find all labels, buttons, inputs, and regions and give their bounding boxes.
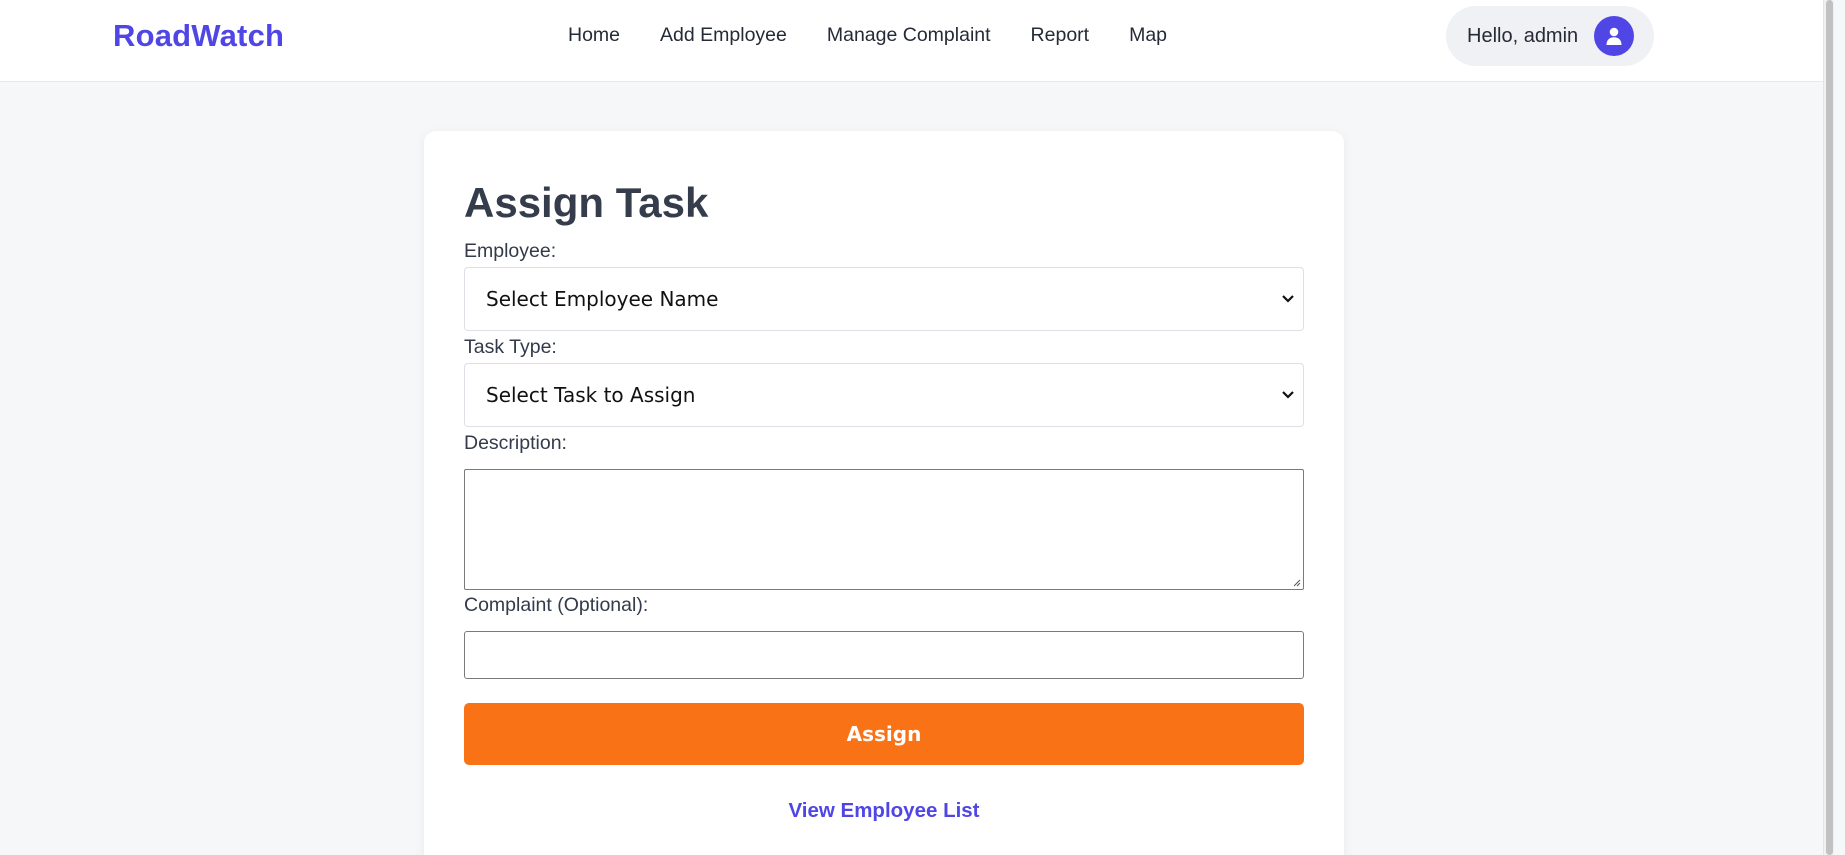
nav-link-manage-complaint[interactable]: Manage Complaint	[827, 24, 991, 47]
page-title: Assign Task	[464, 179, 709, 226]
chevron-down-icon	[1282, 391, 1294, 399]
assign-button[interactable]: Assign	[464, 703, 1304, 765]
page: RoadWatch Home Add Employee Manage Compl…	[0, 0, 1834, 855]
complaint-input[interactable]	[464, 631, 1304, 679]
task-type-label: Task Type:	[464, 336, 557, 358]
brand-logo[interactable]: RoadWatch	[113, 18, 284, 54]
nav-link-home[interactable]: Home	[568, 24, 620, 47]
employee-select[interactable]: Select Employee Name	[464, 267, 1304, 331]
view-employee-list-link[interactable]: View Employee List	[424, 799, 1344, 823]
chevron-down-icon	[1282, 295, 1294, 303]
resize-handle-icon[interactable]	[1291, 577, 1301, 587]
task-type-select[interactable]: Select Task to Assign	[464, 363, 1304, 427]
navbar: RoadWatch Home Add Employee Manage Compl…	[0, 0, 1834, 82]
employee-label: Employee:	[464, 240, 557, 262]
nav-links: Home Add Employee Manage Complaint Repor…	[568, 24, 1207, 47]
assign-task-card: Assign Task Employee: Select Employee Na…	[424, 131, 1344, 855]
avatar[interactable]	[1594, 16, 1634, 56]
scrollbar-thumb[interactable]	[1826, 0, 1833, 855]
description-label: Description:	[464, 432, 567, 454]
scrollbar[interactable]	[1823, 0, 1834, 855]
employee-select-value: Select Employee Name	[486, 287, 719, 311]
nav-link-map[interactable]: Map	[1129, 24, 1167, 47]
description-textarea[interactable]	[464, 469, 1304, 590]
nav-link-add-employee[interactable]: Add Employee	[660, 24, 787, 47]
complaint-label: Complaint (Optional):	[464, 594, 649, 616]
user-greeting: Hello, admin	[1467, 24, 1579, 47]
user-menu[interactable]: Hello, admin	[1446, 6, 1654, 66]
user-icon	[1606, 27, 1622, 45]
nav-link-report[interactable]: Report	[1031, 24, 1090, 47]
task-type-select-value: Select Task to Assign	[486, 383, 696, 407]
